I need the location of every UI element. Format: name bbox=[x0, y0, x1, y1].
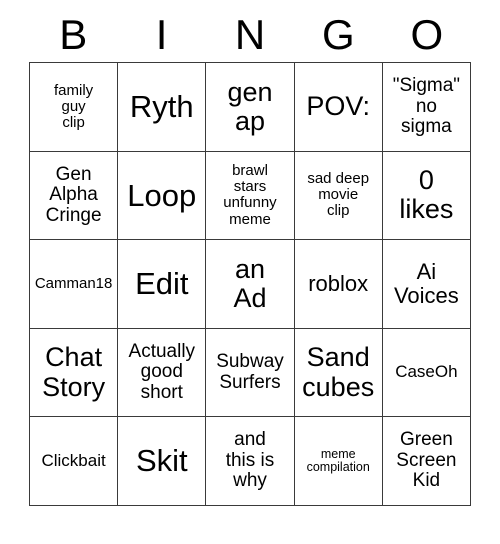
bingo-cell-b5[interactable]: Clickbait bbox=[30, 417, 119, 506]
bingo-cell-n4[interactable]: Subway Surfers bbox=[206, 328, 295, 418]
bingo-card: B I N G O family guy clip Ryth gen ap PO… bbox=[29, 8, 471, 506]
bingo-cell-label: Edit bbox=[135, 266, 189, 302]
bingo-cell-label: CaseOh bbox=[395, 362, 458, 382]
bingo-cell-n2[interactable]: brawl stars unfunny meme bbox=[206, 151, 295, 241]
bingo-header-letter-n: N bbox=[234, 11, 266, 58]
bingo-cell-label: roblox bbox=[308, 271, 369, 297]
bingo-header-letter-i: I bbox=[155, 11, 168, 58]
bingo-header-letter-o: O bbox=[410, 11, 444, 58]
bingo-cell-label: Sand cubes bbox=[302, 342, 375, 402]
bingo-cell-g1[interactable]: POV: bbox=[294, 63, 383, 152]
bingo-cell-i2[interactable]: Loop bbox=[118, 151, 207, 241]
bingo-cell-n1[interactable]: gen ap bbox=[206, 63, 295, 152]
bingo-cell-o5[interactable]: Green Screen Kid bbox=[382, 417, 471, 506]
bingo-cell-label: gen ap bbox=[227, 76, 273, 136]
bingo-cell-label: Subway Surfers bbox=[216, 351, 284, 393]
bingo-cell-label: family guy clip bbox=[54, 81, 94, 131]
bingo-cell-g4[interactable]: Sand cubes bbox=[294, 328, 383, 418]
bingo-cell-g3[interactable]: roblox bbox=[294, 240, 383, 329]
bingo-cell-b3[interactable]: Camman18 bbox=[30, 240, 119, 329]
bingo-grid: family guy clip Ryth gen ap POV: "Sigma"… bbox=[29, 62, 471, 506]
bingo-header-row: B I N G O bbox=[29, 8, 471, 62]
bingo-header-letter-b: B bbox=[59, 11, 88, 58]
bingo-cell-label: and this is why bbox=[225, 429, 275, 492]
bingo-cell-i1[interactable]: Ryth bbox=[118, 63, 207, 152]
bingo-cell-label: "Sigma" no sigma bbox=[392, 75, 461, 138]
bingo-cell-label: sad deep movie clip bbox=[307, 170, 370, 220]
bingo-cell-o2[interactable]: 0 likes bbox=[382, 151, 471, 241]
bingo-cell-label: Skit bbox=[135, 443, 188, 479]
bingo-cell-label: POV: bbox=[306, 91, 370, 122]
bingo-cell-label: Chat Story bbox=[42, 342, 106, 402]
bingo-cell-i4[interactable]: Actually good short bbox=[118, 328, 207, 418]
bingo-cell-label: 0 likes bbox=[399, 165, 454, 225]
bingo-cell-label: brawl stars unfunny meme bbox=[223, 162, 277, 228]
bingo-cell-o1[interactable]: "Sigma" no sigma bbox=[382, 63, 471, 152]
bingo-cell-i5[interactable]: Skit bbox=[118, 417, 207, 506]
bingo-cell-label: Ai Voices bbox=[393, 259, 459, 308]
bingo-cell-label: an Ad bbox=[233, 253, 267, 313]
bingo-cell-b2[interactable]: Gen Alpha Cringe bbox=[30, 151, 119, 241]
bingo-cell-n3[interactable]: an Ad bbox=[206, 240, 295, 329]
bingo-cell-g2[interactable]: sad deep movie clip bbox=[294, 151, 383, 241]
bingo-cell-label: Green Screen Kid bbox=[396, 429, 457, 492]
bingo-cell-label: meme compilation bbox=[306, 446, 370, 475]
bingo-cell-label: Actually good short bbox=[128, 340, 196, 403]
bingo-cell-label: Gen Alpha Cringe bbox=[45, 163, 102, 226]
bingo-cell-label: Clickbait bbox=[41, 450, 106, 470]
bingo-cell-i3[interactable]: Edit bbox=[118, 240, 207, 329]
bingo-cell-g5[interactable]: meme compilation bbox=[294, 417, 383, 506]
bingo-header-letter-g: G bbox=[322, 11, 355, 58]
bingo-cell-label: Ryth bbox=[129, 89, 194, 125]
bingo-cell-o3[interactable]: Ai Voices bbox=[382, 240, 471, 329]
bingo-cell-o4[interactable]: CaseOh bbox=[382, 328, 471, 418]
bingo-cell-b4[interactable]: Chat Story bbox=[30, 328, 119, 418]
bingo-cell-label: Camman18 bbox=[34, 274, 113, 292]
bingo-cell-n5[interactable]: and this is why bbox=[206, 417, 295, 506]
bingo-cell-label: Loop bbox=[127, 177, 197, 213]
bingo-cell-b1[interactable]: family guy clip bbox=[30, 63, 119, 152]
